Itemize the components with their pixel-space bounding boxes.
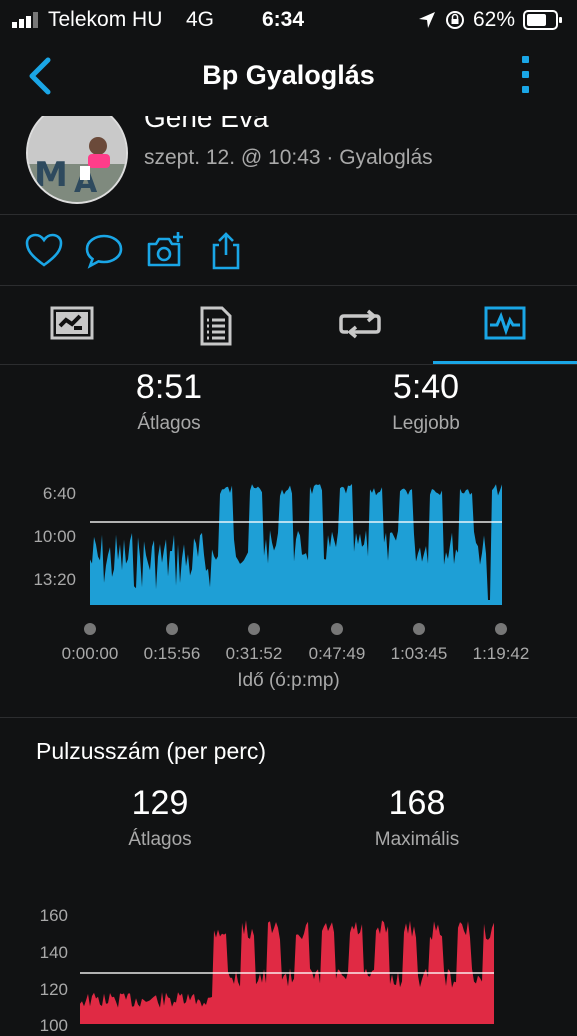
heart-rate-title: Pulzusszám (per perc) — [36, 738, 267, 764]
pace-x-tick-1: 0:00:00 — [61, 644, 119, 663]
hr-y-tick-1: 160 — [39, 906, 68, 925]
activity-tabs — [0, 286, 577, 365]
clock: 6:34 — [262, 8, 305, 31]
pace-chart[interactable] — [90, 470, 502, 608]
tab-laps[interactable] — [288, 286, 432, 364]
pace-x-tick-2: 0:15:56 — [143, 644, 201, 663]
pace-y-tick-1: 6:40 — [42, 484, 76, 503]
add-photo-icon[interactable] — [145, 231, 185, 271]
athlete-name: Gene Éva — [144, 116, 269, 133]
chart-pulse-icon — [484, 306, 526, 340]
pace-x-tick-6: 1:19:42 — [472, 644, 530, 663]
pace-x-tick-5: 1:03:45 — [390, 644, 448, 663]
action-bar — [0, 215, 577, 286]
pace-area — [90, 484, 502, 605]
hr-average-value: 129 — [131, 784, 189, 822]
avatar[interactable]: M A — [26, 116, 128, 204]
pace-average-value: 8:51 — [135, 368, 203, 406]
battery-percent: 62% — [473, 8, 516, 31]
pace-x-tick-3: 0:31:52 — [225, 644, 283, 663]
like-heart-icon[interactable] — [24, 231, 64, 271]
section-divider — [0, 717, 577, 718]
tab-stats[interactable] — [144, 286, 288, 364]
pace-x-dot-5 — [413, 623, 425, 635]
svg-text:M: M — [34, 155, 68, 195]
carrier-name: Telekom HU — [48, 8, 163, 31]
pace-x-tick-4: 0:47:49 — [308, 644, 366, 663]
share-icon[interactable] — [206, 231, 246, 271]
status-bar: Telekom HU 4G 6:34 62% — [0, 0, 577, 38]
hr-y-tick-4: 100 — [39, 1016, 68, 1035]
more-options-icon[interactable] — [520, 56, 532, 96]
activity-meta: szept. 12. @ 10:43 · Gyaloglás — [144, 146, 433, 169]
hr-max-value: 168 — [388, 784, 446, 822]
pace-y-tick-3: 13:20 — [33, 570, 76, 589]
pace-x-dot-3 — [248, 623, 260, 635]
hr-max-stat: 168 Maximális — [317, 784, 517, 851]
heart-rate-chart[interactable] — [80, 900, 494, 1024]
heart-rate-area — [80, 920, 494, 1024]
pace-x-dot-6 — [495, 623, 507, 635]
pace-x-dot-1 — [84, 623, 96, 635]
hr-y-tick-3: 120 — [39, 980, 68, 999]
laps-loop-icon — [339, 309, 381, 339]
tab-charts[interactable] — [433, 286, 577, 364]
tab-overview[interactable] — [0, 286, 144, 364]
pace-best-stat: 5:40 Legjobb — [326, 368, 526, 435]
page-title: Bp Gyaloglás — [202, 60, 375, 90]
pace-best-label: Legjobb — [392, 413, 460, 434]
pace-best-value: 5:40 — [392, 368, 460, 406]
map-overview-icon — [50, 306, 94, 340]
hr-max-label: Maximális — [374, 829, 460, 850]
nav-bar: Bp Gyaloglás — [0, 38, 577, 116]
hr-average-label: Átlagos — [128, 829, 192, 850]
pace-x-dot-4 — [331, 623, 343, 635]
pace-y-tick-2: 10:00 — [33, 527, 76, 546]
activity-header: M A Gene Éva szept. 12. @ 10:43 · Gyalog… — [0, 116, 577, 215]
stats-document-icon — [200, 306, 232, 346]
battery-icon — [523, 10, 562, 30]
pace-x-axis-title: Idő (ó:p:mp) — [237, 670, 340, 691]
signal-icon — [12, 12, 38, 28]
pace-average-stat: 8:51 Átlagos — [69, 368, 269, 435]
hr-y-tick-2: 140 — [39, 943, 68, 962]
network-type: 4G — [186, 8, 215, 31]
rotation-lock-icon — [446, 11, 464, 29]
pace-average-label: Átlagos — [137, 413, 201, 434]
location-arrow-icon — [419, 12, 435, 28]
pace-x-dot-2 — [166, 623, 178, 635]
comment-bubble-icon[interactable] — [84, 231, 124, 271]
hr-average-stat: 129 Átlagos — [60, 784, 260, 851]
